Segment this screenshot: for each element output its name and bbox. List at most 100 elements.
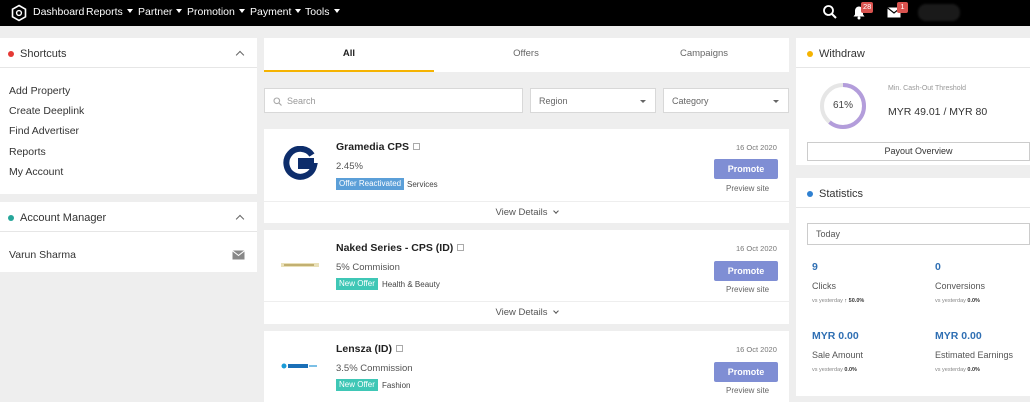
conversions-label: Conversions xyxy=(935,281,986,291)
chevron-up-icon[interactable] xyxy=(235,214,245,224)
payout-overview-button[interactable]: Payout Overview xyxy=(807,142,1030,161)
withdraw-percent: 61% xyxy=(832,100,853,111)
shortcut-create-deeplink[interactable]: Create Deeplink xyxy=(9,105,84,117)
shortcut-find-advertiser[interactable]: Find Advertiser xyxy=(9,125,79,137)
threshold-label: Min. Cash-Out Threshold xyxy=(888,85,967,92)
preview-site-link[interactable]: Preview site xyxy=(726,285,769,294)
period-select-label: Today xyxy=(816,229,841,239)
status-badge: New Offer xyxy=(336,278,378,290)
shortcuts-dot-icon xyxy=(8,51,14,57)
offer-name[interactable]: Lensza (ID) xyxy=(336,343,404,355)
sale-amount-change: vs yesterday 0.0% xyxy=(812,367,857,373)
tab-offers[interactable]: Offers xyxy=(441,38,611,72)
sale-amount-value: MYR 0.00 xyxy=(812,330,859,342)
chevron-up-icon[interactable] xyxy=(235,50,245,60)
view-details-button[interactable]: View Details xyxy=(264,301,789,324)
external-link-icon[interactable] xyxy=(412,143,420,150)
clicks-value: 9 xyxy=(812,261,818,273)
offer-name[interactable]: Naked Series - CPS (ID) xyxy=(336,242,465,254)
offer-rate: 3.5% Commission xyxy=(336,363,413,374)
estimated-earnings-label: Estimated Earnings xyxy=(935,350,1014,360)
tab-all[interactable]: All xyxy=(264,38,434,72)
search-placeholder: Search xyxy=(287,96,316,106)
account-manager-header[interactable]: Account Manager xyxy=(0,202,257,232)
caret-down-icon xyxy=(640,100,646,103)
nav-partner[interactable]: Partner xyxy=(138,6,183,18)
tab-campaigns[interactable]: Campaigns xyxy=(619,38,789,72)
offer-category: Services xyxy=(407,180,438,189)
caret-down-icon xyxy=(773,100,779,103)
preview-site-link[interactable]: Preview site xyxy=(726,386,769,395)
account-manager-title: Account Manager xyxy=(20,212,107,224)
withdraw-header: Withdraw xyxy=(796,38,1030,68)
period-select[interactable]: Today xyxy=(807,223,1030,245)
nav-promotion[interactable]: Promotion xyxy=(187,6,245,18)
status-badge: Offer Reactivated xyxy=(336,178,405,190)
offer-category: Fashion xyxy=(382,381,411,390)
conversions-change: vs yesterday 0.0% xyxy=(935,298,980,304)
search-icon[interactable] xyxy=(822,4,838,20)
shortcuts-panel: Shortcuts Add Property Create Deeplink F… xyxy=(0,38,257,194)
user-avatar[interactable] xyxy=(918,4,960,21)
nav-tools[interactable]: Tools xyxy=(305,6,340,18)
shortcut-my-account[interactable]: My Account xyxy=(9,166,63,178)
brand-logo-icon[interactable] xyxy=(10,4,28,22)
caret-down-icon xyxy=(126,9,133,13)
offer-date: 16 Oct 2020 xyxy=(736,143,777,152)
statistics-header: Statistics xyxy=(796,178,1030,208)
chevron-down-icon xyxy=(552,208,559,214)
search-input[interactable]: Search xyxy=(264,88,523,113)
caret-down-icon xyxy=(238,9,245,13)
top-navbar: Dashboard Reports Partner Promotion Paym… xyxy=(0,0,1030,26)
estimated-earnings-value: MYR 0.00 xyxy=(935,330,982,342)
promote-button[interactable]: Promote xyxy=(714,261,778,281)
estimated-earnings-change: vs yesterday 0.0% xyxy=(935,367,980,373)
withdraw-panel: Withdraw 61% Min. Cash-Out Threshold MYR… xyxy=(796,38,1030,165)
account-manager-dot-icon xyxy=(8,215,14,221)
view-details-button[interactable]: View Details xyxy=(264,201,789,224)
conversions-value: 0 xyxy=(935,261,941,273)
offer-rate: 5% Commision xyxy=(336,262,400,273)
sale-amount-label: Sale Amount xyxy=(812,350,864,360)
offer-date: 16 Oct 2020 xyxy=(736,244,777,253)
external-link-icon[interactable] xyxy=(396,345,404,352)
region-select-label: Region xyxy=(539,96,568,106)
nav-payment[interactable]: Payment xyxy=(250,6,302,18)
offer-category: Health & Beauty xyxy=(382,280,440,289)
shortcuts-title: Shortcuts xyxy=(20,48,67,60)
withdraw-amount: MYR 49.01 / MYR 80 xyxy=(888,106,988,118)
offer-date: 16 Oct 2020 xyxy=(736,345,777,354)
envelope-icon[interactable] xyxy=(232,250,245,260)
account-manager-panel: Account Manager Varun Sharma xyxy=(0,202,257,272)
chevron-down-icon xyxy=(552,308,559,314)
clicks-label: Clicks xyxy=(812,281,836,291)
shortcut-reports[interactable]: Reports xyxy=(9,146,46,158)
preview-site-link[interactable]: Preview site xyxy=(726,184,769,193)
offer-card: Naked Series - CPS (ID) 5% Commision New… xyxy=(264,230,789,324)
notifications-badge: 28 xyxy=(861,2,874,13)
promote-button[interactable]: Promote xyxy=(714,362,778,382)
offer-card: Lensza (ID) 3.5% Commission New Offer Fa… xyxy=(264,331,789,402)
naked-series-logo xyxy=(278,243,322,287)
category-select-label: Category xyxy=(672,96,709,106)
offer-name[interactable]: Gramedia CPS xyxy=(336,141,420,153)
offer-rate: 2.45% xyxy=(336,161,363,172)
external-link-icon[interactable] xyxy=(457,244,465,251)
nav-dashboard[interactable]: Dashboard xyxy=(33,6,84,18)
statistics-dot-icon xyxy=(807,191,813,197)
nav-reports[interactable]: Reports xyxy=(86,6,133,18)
account-manager-name: Varun Sharma xyxy=(9,249,76,261)
category-select[interactable]: Category xyxy=(663,88,789,113)
lensza-logo xyxy=(278,344,322,388)
withdraw-title: Withdraw xyxy=(819,48,865,60)
promote-button[interactable]: Promote xyxy=(714,159,778,179)
region-select[interactable]: Region xyxy=(530,88,656,113)
shortcut-add-property[interactable]: Add Property xyxy=(9,85,70,97)
status-badge: New Offer xyxy=(336,379,378,391)
caret-down-icon xyxy=(176,9,183,13)
shortcuts-header[interactable]: Shortcuts xyxy=(0,38,257,68)
search-icon xyxy=(273,97,282,106)
caret-down-icon xyxy=(295,9,302,13)
gramedia-logo xyxy=(278,142,322,186)
statistics-title: Statistics xyxy=(819,188,864,200)
